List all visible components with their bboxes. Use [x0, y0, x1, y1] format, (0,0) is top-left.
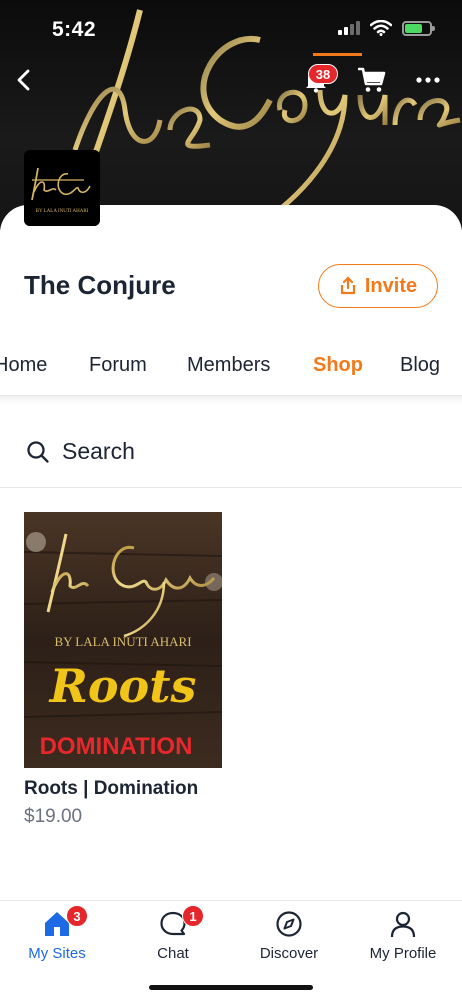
nav-discover-label: Discover [259, 945, 319, 962]
shop-search[interactable]: Search [0, 420, 462, 488]
product-image[interactable]: BY LALA INUTI AHARI Roots DOMINATION [24, 512, 222, 768]
nav-my-profile-label: My Profile [369, 945, 437, 962]
cover-author-text: BY LALA INUTI AHARI [54, 634, 191, 649]
back-button[interactable] [6, 62, 42, 98]
status-icons [338, 20, 435, 36]
cover-tagline-text: DOMINATION [40, 733, 193, 760]
search-icon [27, 441, 49, 463]
more-options-button[interactable] [410, 62, 446, 98]
status-bar: 5:42 [0, 0, 462, 60]
wifi-icon [370, 20, 392, 36]
nav-chat[interactable]: 1 Chat [118, 905, 228, 962]
site-logo-image: BY LALA INUTI AHARI [24, 150, 100, 226]
header-nav: 38 [0, 58, 462, 102]
product-card[interactable]: BY LALA INUTI AHARI Roots DOMINATION Roo… [24, 512, 222, 828]
site-tabs: Home Forum Members Shop Blog [0, 340, 462, 396]
site-logo-subtext: BY LALA INUTI AHARI [36, 209, 89, 214]
tab-home[interactable]: Home [0, 354, 47, 377]
site-logo[interactable]: BY LALA INUTI AHARI [24, 150, 100, 226]
active-tab-indicator [313, 53, 362, 56]
nav-my-sites-label: My Sites [28, 945, 86, 962]
cover-subtitle-text: Roots [48, 659, 197, 713]
tab-forum[interactable]: Forum [89, 354, 147, 377]
my-sites-badge: 3 [66, 905, 88, 927]
cart-button[interactable] [354, 62, 390, 98]
status-time: 5:42 [52, 18, 97, 41]
nav-my-profile[interactable]: My Profile [348, 909, 458, 962]
notification-badge: 38 [308, 64, 338, 84]
cart-icon [358, 67, 386, 92]
battery-icon [402, 20, 435, 36]
product-price: $19.00 [24, 806, 83, 827]
tabs-divider [0, 396, 462, 404]
more-dots-icon [416, 77, 440, 83]
share-icon [340, 276, 355, 295]
tab-shop[interactable]: Shop [313, 354, 363, 377]
product-name[interactable]: Roots | Domination [24, 778, 222, 800]
tab-members[interactable]: Members [187, 354, 270, 377]
home-indicator [149, 985, 313, 990]
site-title: The Conjure [24, 270, 176, 300]
signal-icon [338, 21, 360, 35]
tab-blog[interactable]: Blog [400, 354, 440, 377]
nav-my-sites[interactable]: 3 My Sites [2, 905, 112, 962]
profile-icon [390, 911, 416, 938]
invite-label: Invite [364, 274, 418, 297]
chat-badge: 1 [182, 905, 204, 927]
search-label: Search [62, 438, 135, 464]
nav-chat-label: Chat [157, 945, 189, 962]
compass-icon [276, 911, 302, 937]
chevron-left-icon [17, 69, 30, 91]
nav-discover[interactable]: Discover [234, 909, 344, 962]
invite-button[interactable]: Invite [318, 264, 438, 308]
book-cover-artwork: BY LALA INUTI AHARI Roots DOMINATION [24, 512, 222, 768]
